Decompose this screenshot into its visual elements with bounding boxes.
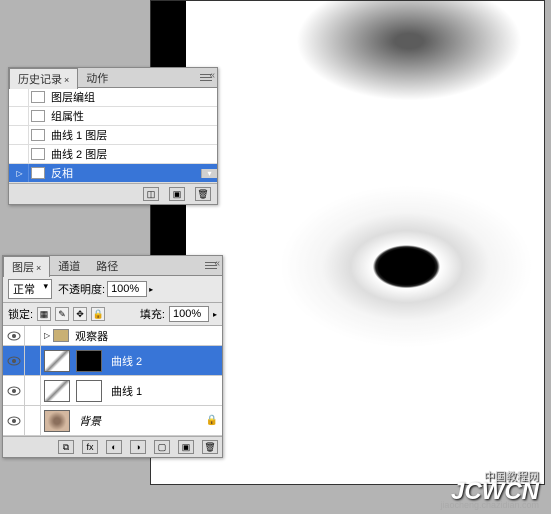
watermark-url: jiaocheng.chazidian.com — [440, 500, 539, 510]
mask-thumb[interactable] — [76, 380, 102, 402]
layer-thumb[interactable] — [44, 410, 70, 432]
layers-tabs: 图层× 通道 路径 — [3, 256, 222, 276]
layer-label[interactable]: 曲线 1 — [105, 383, 222, 399]
history-item[interactable]: 组属性 — [9, 107, 217, 126]
visibility-icon[interactable] — [7, 416, 21, 426]
lock-row: 锁定: ▦ ✎ ✥ 🔒 填充: 100% ▸ — [3, 303, 222, 326]
trash-icon[interactable]: 🗑 — [195, 187, 211, 201]
fill-input[interactable]: 100% — [169, 306, 209, 322]
adjustment-thumb-icon[interactable] — [44, 350, 70, 372]
scroll-down-icon[interactable]: ▾ — [201, 169, 217, 178]
history-list: 图层编组 组属性 曲线 1 图层 曲线 2 图层 ▷ 反相 ▾ — [9, 88, 217, 183]
history-item[interactable]: 曲线 1 图层 — [9, 126, 217, 145]
history-step-icon — [31, 167, 45, 179]
layer-group-row[interactable]: ▷ 观察器 — [3, 326, 222, 346]
layers-list: ▷ 观察器 曲线 2 曲线 1 背景 🔒 — [3, 326, 222, 436]
opacity-label: 不透明度: — [58, 281, 105, 297]
lock-transparency-icon[interactable]: ▦ — [37, 307, 51, 321]
visibility-icon[interactable] — [7, 356, 21, 366]
lock-position-icon[interactable]: ✥ — [73, 307, 87, 321]
tab-channels[interactable]: 通道 — [50, 256, 88, 276]
history-panel: « 历史记录× 动作 图层编组 组属性 曲线 1 图层 曲线 2 图层 ▷ 反相… — [8, 67, 218, 205]
lock-icon: 🔒 — [206, 415, 218, 426]
new-group-icon[interactable]: ▢ — [154, 440, 170, 454]
layer-label[interactable]: 背景 — [73, 413, 206, 429]
panel-collapse-icon[interactable]: « — [209, 70, 215, 81]
opacity-flyout-icon[interactable]: ▸ — [149, 285, 153, 294]
layer-style-icon[interactable]: fx — [82, 440, 98, 454]
tab-history[interactable]: 历史记录× — [9, 68, 78, 89]
tab-layers[interactable]: 图层× — [3, 256, 50, 277]
layer-label[interactable]: 曲线 2 — [105, 353, 222, 369]
opacity-input[interactable]: 100% — [107, 281, 147, 297]
adjustment-layer-icon[interactable]: ◑ — [130, 440, 146, 454]
add-mask-icon[interactable]: ◐ — [106, 440, 122, 454]
new-snapshot-icon[interactable]: ◫ — [143, 187, 159, 201]
folder-icon — [53, 329, 69, 342]
adjustment-thumb-icon[interactable] — [44, 380, 70, 402]
tab-paths[interactable]: 路径 — [88, 256, 126, 276]
close-icon[interactable]: × — [36, 263, 41, 273]
lock-pixels-icon[interactable]: ✎ — [55, 307, 69, 321]
fill-label: 填充: — [140, 306, 165, 322]
new-layer-icon[interactable]: ▣ — [178, 440, 194, 454]
layer-options-row: 正常 不透明度: 100% ▸ — [3, 276, 222, 303]
history-step-icon — [31, 129, 45, 141]
layers-footer: ⧉ fx ◐ ◑ ▢ ▣ 🗑 — [3, 436, 222, 457]
layer-row-background[interactable]: 背景 🔒 — [3, 406, 222, 436]
history-step-icon — [31, 148, 45, 160]
layer-row-selected[interactable]: 曲线 2 — [3, 346, 222, 376]
fill-flyout-icon[interactable]: ▸ — [213, 310, 217, 319]
history-pointer-icon: ▷ — [16, 169, 22, 178]
layer-label[interactable]: 观察器 — [69, 328, 222, 344]
link-layers-icon[interactable]: ⧉ — [58, 440, 74, 454]
history-step-icon — [31, 110, 45, 122]
history-tabs: 历史记录× 动作 — [9, 68, 217, 88]
close-icon[interactable]: × — [64, 75, 69, 85]
history-item[interactable]: 图层编组 — [9, 88, 217, 107]
panel-collapse-icon[interactable]: « — [214, 258, 220, 269]
mask-thumb[interactable] — [76, 350, 102, 372]
lock-label: 锁定: — [8, 306, 33, 322]
visibility-icon[interactable] — [7, 331, 21, 341]
visibility-icon[interactable] — [7, 386, 21, 396]
expand-icon[interactable]: ▷ — [44, 331, 50, 340]
layer-row[interactable]: 曲线 1 — [3, 376, 222, 406]
new-document-icon[interactable]: ▣ — [169, 187, 185, 201]
layers-panel: « 图层× 通道 路径 正常 不透明度: 100% ▸ 锁定: ▦ ✎ ✥ 🔒 … — [2, 255, 223, 458]
lock-all-icon[interactable]: 🔒 — [91, 307, 105, 321]
trash-icon[interactable]: 🗑 — [202, 440, 218, 454]
history-item-selected[interactable]: ▷ 反相 ▾ — [9, 164, 217, 183]
blend-mode-dropdown[interactable]: 正常 — [8, 279, 52, 299]
history-step-icon — [31, 91, 45, 103]
history-footer: ◫ ▣ 🗑 — [9, 183, 217, 204]
history-item[interactable]: 曲线 2 图层 — [9, 145, 217, 164]
tab-actions[interactable]: 动作 — [78, 68, 116, 88]
